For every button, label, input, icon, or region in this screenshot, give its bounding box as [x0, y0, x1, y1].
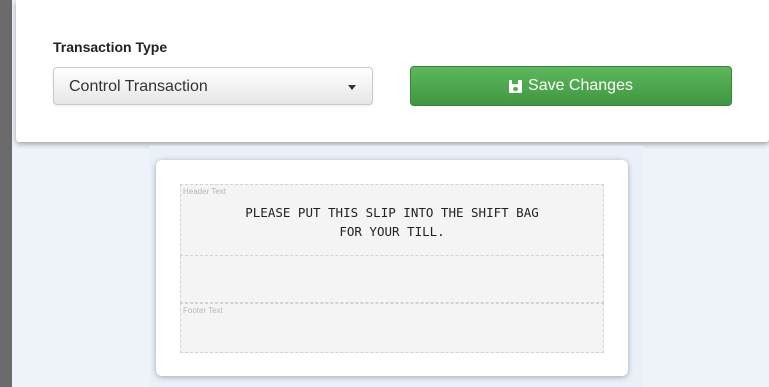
transaction-type-select[interactable]: Control Transaction	[53, 67, 373, 105]
footer-text-label: Footer Text	[183, 306, 223, 315]
window-frame	[0, 0, 12, 387]
transaction-settings-panel: Transaction Type Control Transaction Sav…	[16, 0, 769, 142]
save-changes-label: Save Changes	[528, 77, 633, 94]
footer-text-section[interactable]: Footer Text	[180, 303, 604, 353]
header-text-label: Header Text	[183, 187, 226, 196]
receipt-preview-card: Header Text PLEASE PUT THIS SLIP INTO TH…	[156, 160, 628, 376]
receipt-body-section	[180, 256, 604, 303]
caret-down-icon	[348, 85, 356, 90]
floppy-disk-icon	[509, 79, 523, 93]
header-text-section[interactable]: Header Text PLEASE PUT THIS SLIP INTO TH…	[180, 184, 604, 256]
header-text-content: PLEASE PUT THIS SLIP INTO THE SHIFT BAG …	[245, 205, 539, 239]
save-changes-button[interactable]: Save Changes	[410, 66, 732, 106]
transaction-type-value: Control Transaction	[69, 78, 208, 95]
transaction-type-label: Transaction Type	[53, 39, 168, 55]
